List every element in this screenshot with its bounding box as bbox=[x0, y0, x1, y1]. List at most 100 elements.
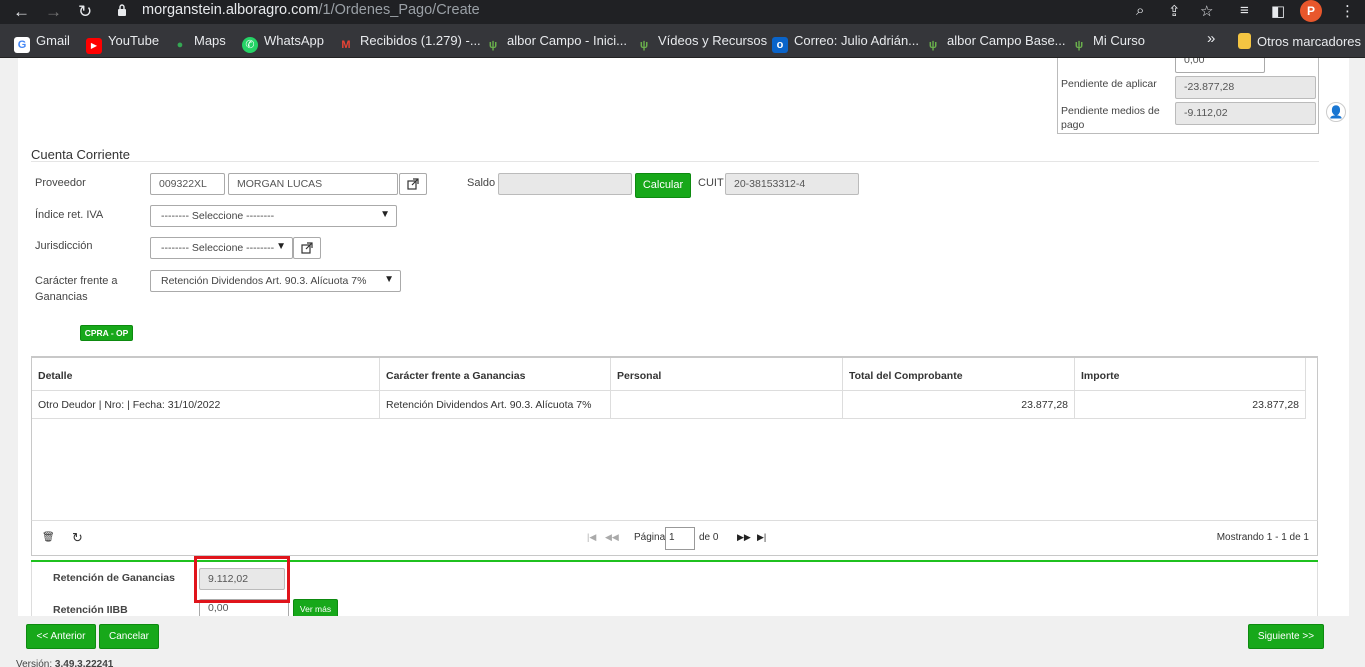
gmail-icon: M bbox=[341, 39, 351, 51]
ret-iibb-label: Retención IIBB bbox=[53, 604, 128, 616]
bookmark-youtube[interactable]: ▶ YouTube bbox=[86, 33, 159, 54]
records-count: Mostrando 1 - 1 de 1 bbox=[1216, 532, 1309, 543]
whatsapp-icon: ✆ bbox=[242, 37, 258, 53]
search-icon[interactable]: ⌕ bbox=[1136, 2, 1144, 19]
address-bar[interactable]: morganstein.alboragro.com/1/Ordenes_Pago… bbox=[142, 2, 480, 18]
profile-avatar[interactable]: P bbox=[1300, 0, 1322, 22]
jurisdiccion-select[interactable]: -------- Seleccione -------- ▼ bbox=[150, 237, 293, 259]
url-host: morganstein.alboragro.com bbox=[142, 2, 319, 18]
more-bookmarks-chevron[interactable]: » bbox=[1207, 30, 1215, 47]
bookmark-mi-curso[interactable]: ψ Mi Curso bbox=[1071, 33, 1145, 53]
column-header-personal[interactable]: Personal bbox=[611, 358, 843, 391]
proveedor-open-button[interactable] bbox=[399, 173, 427, 195]
user-icon[interactable]: 👤 bbox=[1326, 102, 1346, 122]
folder-icon bbox=[1238, 33, 1251, 49]
proveedor-code-input[interactable]: 009322XL bbox=[150, 173, 225, 195]
trash-icon[interactable]: 🗑 bbox=[42, 532, 55, 543]
media-icon[interactable]: ≡ bbox=[1240, 2, 1249, 19]
caracter-ganancias-select[interactable]: Retención Dividendos Art. 90.3. Alícuota… bbox=[150, 270, 401, 292]
external-link-icon bbox=[407, 178, 419, 190]
next-page-icon[interactable]: ▶▶ bbox=[737, 532, 751, 543]
cuit-field: 20-38153312-4 bbox=[725, 173, 859, 195]
reload-icon[interactable]: ↻ bbox=[78, 2, 92, 22]
calcular-button[interactable]: Calcular bbox=[635, 173, 691, 198]
saldo-field bbox=[498, 173, 632, 195]
highlight-annotation-box bbox=[194, 556, 290, 603]
ret-ganancias-label: Retención de Ganancias bbox=[53, 572, 175, 584]
partial-amount-field[interactable]: 0,00 bbox=[1175, 58, 1265, 73]
share-icon[interactable]: ⇪ bbox=[1168, 2, 1181, 20]
column-header-detalle[interactable]: Detalle bbox=[32, 358, 380, 391]
pendiente-aplicar-label: Pendiente de aplicar bbox=[1061, 78, 1157, 90]
cell-total: 23.877,28 bbox=[843, 391, 1075, 419]
albor-sprout-icon: ψ bbox=[928, 39, 938, 51]
refresh-icon[interactable]: ↻ bbox=[72, 530, 83, 546]
google-icon: G bbox=[14, 37, 30, 53]
page-number-input[interactable]: 1 bbox=[665, 527, 695, 550]
bookmark-correo[interactable]: o Correo: Julio Adrián... bbox=[772, 33, 919, 53]
footer-bar: << Anterior Cancelar Siguiente >> bbox=[0, 616, 1365, 656]
bookmark-maps[interactable]: ● Maps bbox=[172, 33, 226, 53]
anterior-button[interactable]: << Anterior bbox=[26, 624, 96, 649]
column-header-importe[interactable]: Importe bbox=[1075, 358, 1306, 391]
back-arrow-icon[interactable]: ← bbox=[13, 2, 30, 22]
section-divider bbox=[31, 161, 1319, 162]
lock-icon bbox=[118, 4, 126, 16]
last-page-icon[interactable]: ▶| bbox=[757, 532, 766, 543]
caracter-ganancias-label: Carácter frente a Ganancias bbox=[35, 275, 118, 303]
chevron-down-icon: ▼ bbox=[380, 209, 390, 220]
chevron-down-icon: ▼ bbox=[276, 241, 286, 252]
proveedor-label: Proveedor bbox=[35, 177, 86, 189]
table-pager: 🗑 ↻ |◀ ◀◀ Página 1 de 0 ▶▶ ▶| Mostrando … bbox=[31, 520, 1318, 556]
cell-detalle: Otro Deudor | Nro: | Fecha: 31/10/2022 bbox=[32, 391, 380, 419]
cell-caracter: Retención Dividendos Art. 90.3. Alícuota… bbox=[380, 391, 611, 419]
albor-sprout-icon: ψ bbox=[488, 39, 498, 51]
pending-summary-box: 0,00 Pendiente de aplicar -23.877,28 Pen… bbox=[1057, 58, 1319, 134]
albor-sprout-icon: ψ bbox=[1074, 39, 1084, 51]
browser-toolbar: ← → ↻ morganstein.alboragro.com/1/Ordene… bbox=[0, 0, 1365, 24]
cell-personal bbox=[611, 391, 843, 419]
section-title: Cuenta Corriente bbox=[31, 147, 130, 162]
bookmark-albor-inicio[interactable]: ψ albor Campo - Inici... bbox=[485, 33, 627, 53]
pendiente-medios-label: Pendiente medios de pago bbox=[1061, 105, 1160, 131]
cpra-op-button[interactable]: CPRA - OP bbox=[80, 325, 133, 341]
bookmark-whatsapp[interactable]: ✆ WhatsApp bbox=[242, 33, 324, 53]
cell-importe: 23.877,28 bbox=[1075, 391, 1306, 419]
saldo-label: Saldo bbox=[467, 177, 496, 189]
bookmark-videos[interactable]: ψ Vídeos y Recursos bbox=[636, 33, 767, 53]
version-info: Versión: 3.49.3.22241 bbox=[16, 659, 114, 667]
prev-page-icon[interactable]: ◀◀ bbox=[605, 532, 619, 543]
pendiente-medios-field: -9.112,02 bbox=[1175, 102, 1316, 125]
maps-pin-icon: ● bbox=[176, 39, 184, 51]
bookmarks-bar: G Gmail ▶ YouTube ● Maps ✆ WhatsApp M Recibid… bbox=[0, 24, 1365, 58]
jurisdiccion-open-button[interactable] bbox=[293, 237, 321, 259]
sidepanel-icon[interactable]: ◧ bbox=[1271, 2, 1285, 20]
orden-pago-form: 0,00 Pendiente de aplicar -23.877,28 Pen… bbox=[18, 58, 1349, 622]
cancelar-button[interactable]: Cancelar bbox=[99, 624, 159, 649]
indice-iva-select[interactable]: -------- Seleccione -------- ▼ bbox=[150, 205, 397, 227]
forward-arrow-icon[interactable]: → bbox=[45, 2, 62, 22]
star-icon[interactable]: ☆ bbox=[1200, 2, 1213, 20]
column-header-caracter[interactable]: Carácter frente a Ganancias bbox=[380, 358, 611, 391]
column-header-total[interactable]: Total del Comprobante bbox=[843, 358, 1075, 391]
proveedor-name-input[interactable]: MORGAN LUCAS bbox=[228, 173, 398, 195]
first-page-icon[interactable]: |◀ bbox=[587, 532, 596, 543]
pendiente-aplicar-field: -23.877,28 bbox=[1175, 76, 1316, 99]
url-path: /1/Ordenes_Pago/Create bbox=[318, 2, 480, 18]
menu-dots-icon[interactable]: ⋮ bbox=[1340, 2, 1355, 20]
external-link-icon bbox=[301, 242, 313, 254]
jurisdiccion-label: Jurisdicción bbox=[35, 240, 93, 252]
siguiente-button[interactable]: Siguiente >> bbox=[1248, 624, 1324, 649]
chevron-down-icon: ▼ bbox=[384, 274, 394, 285]
indice-iva-label: Índice ret. IVA bbox=[35, 209, 104, 221]
youtube-icon: ▶ bbox=[86, 38, 102, 54]
cuit-label: CUIT bbox=[698, 177, 724, 189]
albor-sprout-icon: ψ bbox=[639, 39, 649, 51]
bookmark-albor-base[interactable]: ψ albor Campo Base... bbox=[925, 33, 1066, 53]
bookmark-gmail-inbox[interactable]: M Recibidos (1.279) -... bbox=[338, 33, 480, 53]
page-count: de 0 bbox=[699, 532, 719, 543]
outlook-icon: o bbox=[772, 37, 788, 53]
page-label: Página bbox=[634, 532, 666, 543]
other-bookmarks[interactable]: Otros marcadores bbox=[1238, 33, 1361, 49]
bookmark-gmail[interactable]: G Gmail bbox=[14, 33, 70, 53]
